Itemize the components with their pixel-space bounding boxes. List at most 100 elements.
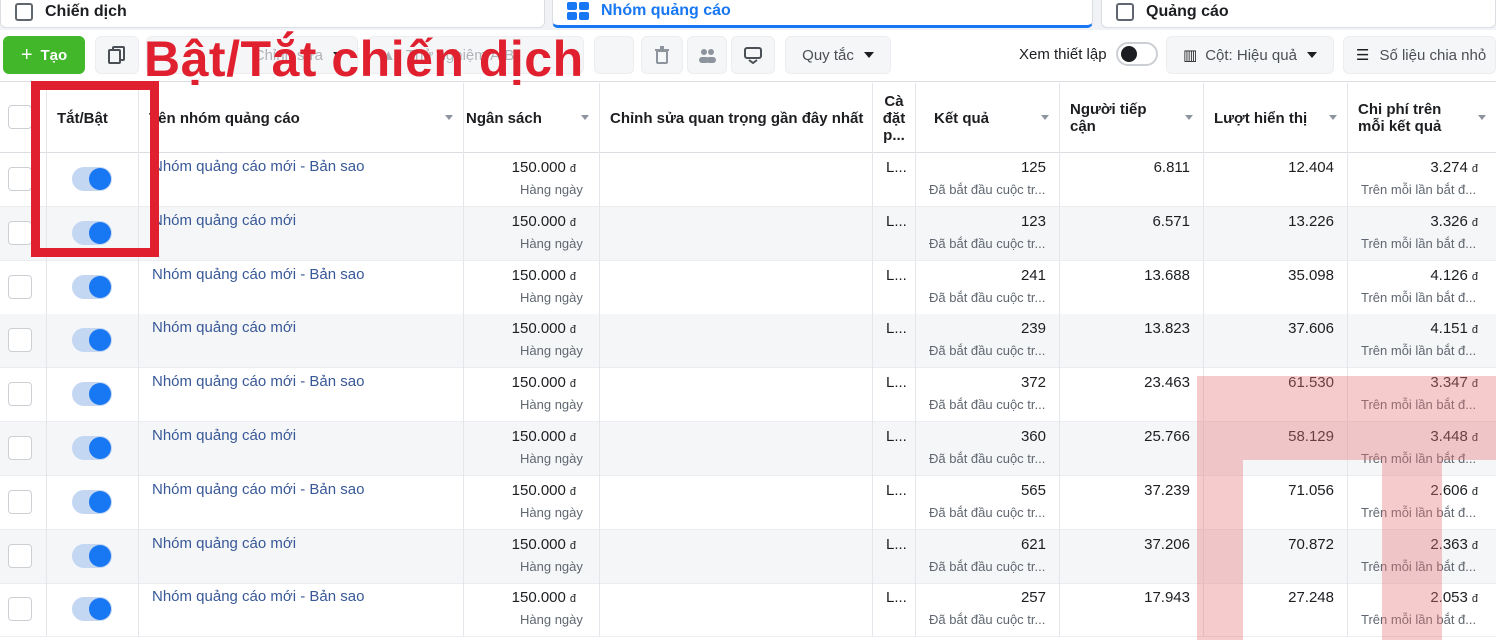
sort-icon (1329, 115, 1337, 120)
row-checkbox[interactable] (8, 328, 32, 353)
table-cell (600, 260, 873, 315)
sort-icon (1041, 115, 1049, 120)
tab-campaigns[interactable]: Chiến dịch (0, 0, 545, 28)
ad-set-name-link[interactable]: Nhóm quảng cáo mới (152, 535, 296, 552)
select-all-checkbox[interactable] (8, 105, 32, 129)
delete-button[interactable] (641, 36, 683, 74)
table-row[interactable]: Nhóm quảng cáo mới - Bản sao 150.000 đ Hàng… (0, 583, 1496, 638)
ad-set-name-link[interactable]: Nhóm quảng cáo mới - Bản sao (152, 588, 364, 605)
header-reach[interactable]: Người tiếp cận (1060, 83, 1204, 153)
folder-icon (15, 2, 33, 21)
results-value: 257 (1020, 589, 1046, 607)
row-checkbox[interactable] (8, 597, 32, 622)
row-checkbox[interactable] (8, 220, 32, 245)
chevron-down-icon (1306, 52, 1317, 58)
duplicate-icon (108, 46, 125, 64)
audience-button[interactable] (687, 36, 727, 74)
impressions-value: 70.872 (1288, 535, 1334, 553)
table-row[interactable]: Nhóm quảng cáo mới - Bản sao 150.000 đ Hàng… (0, 475, 1496, 530)
setting-value: L... (886, 320, 907, 338)
setting-value: L... (886, 535, 907, 553)
results-value: 372 (1020, 374, 1046, 392)
setting-value: L... (886, 266, 907, 284)
table-row[interactable]: Nhóm quảng cáo mới - Bản sao 150.000 đ Hàng… (0, 153, 1496, 207)
ad-set-toggle[interactable] (72, 328, 112, 353)
results-value: 360 (1020, 428, 1046, 445)
reach-value: 13.688 (1144, 266, 1190, 284)
row-checkbox[interactable] (8, 436, 32, 460)
header-budget[interactable]: Ngân sách (464, 83, 600, 153)
table-row[interactable]: Nhóm quảng cáo mới 150.000 đ Hàng ngày L... 1… (0, 206, 1496, 261)
results-value: 241 (1020, 266, 1046, 284)
reach-value: 13.823 (1144, 320, 1190, 338)
table-row[interactable]: Nhóm quảng cáo mới 150.000 đ Hàng ngày L... 6… (0, 529, 1496, 584)
header-impressions[interactable]: Lượt hiển thị (1204, 83, 1348, 153)
row-checkbox[interactable] (8, 382, 32, 407)
annotation-highlight-box (31, 81, 159, 257)
budget-value: 150.000 đ (511, 266, 576, 284)
results-note: Đã bắt đầu cuộc tr... (929, 397, 1046, 413)
budget-value: 150.000 đ (511, 159, 576, 176)
ad-set-name-link[interactable]: Nhóm quảng cáo mới (152, 212, 296, 229)
breakdown-dropdown[interactable]: ☰ Số liệu chia nhỏ (1343, 36, 1496, 74)
table-cell (600, 583, 873, 638)
watermark (1197, 376, 1496, 460)
table-row[interactable]: Nhóm quảng cáo mới 150.000 đ Hàng ngày L... 2… (0, 314, 1496, 369)
row-checkbox[interactable] (8, 167, 32, 191)
header-setting[interactable]: Cà đặt p... (873, 83, 916, 153)
view-setup-toggle[interactable] (1116, 42, 1158, 66)
table-cell (600, 206, 873, 261)
ad-set-toggle[interactable] (72, 489, 112, 514)
budget-period: Hàng ngày (520, 182, 583, 197)
sort-icon (581, 115, 589, 120)
create-button[interactable]: + Tạo (3, 36, 85, 74)
ad-set-toggle[interactable] (72, 597, 112, 622)
header-cost-per-result[interactable]: Chi phí trên mỗi kết quả (1348, 83, 1496, 153)
results-value: 565 (1020, 481, 1046, 499)
ad-set-name-link[interactable]: Nhóm quảng cáo mới - Bản sao (152, 481, 364, 498)
tab-ads[interactable]: Quảng cáo (1101, 0, 1496, 28)
duplicate-button[interactable] (95, 36, 139, 74)
compare-button[interactable] (731, 36, 775, 74)
setting-value: L... (886, 481, 907, 499)
row-checkbox[interactable] (8, 543, 32, 568)
impressions-value: 37.606 (1288, 320, 1334, 338)
results-note: Đã bắt đầu cuộc tr... (929, 289, 1046, 305)
cost-value: 4.151 đ (1430, 320, 1478, 338)
ad-set-toggle[interactable] (72, 274, 112, 299)
watermark (1197, 460, 1243, 640)
row-checkbox[interactable] (8, 489, 32, 514)
ad-set-toggle[interactable] (72, 543, 112, 568)
rules-dropdown[interactable]: Quy tắc (785, 36, 891, 74)
view-setup-label: Xem thiết lập (1019, 46, 1107, 63)
results-note: Đã bắt đầu cuộc tr... (929, 504, 1046, 520)
ad-set-toggle[interactable] (72, 382, 112, 407)
budget-period: Hàng ngày (520, 235, 583, 251)
results-value: 123 (1020, 212, 1046, 230)
budget-value: 150.000 đ (511, 535, 576, 553)
chevron-down-icon (863, 52, 874, 58)
row-checkbox[interactable] (8, 274, 32, 299)
sort-icon (445, 115, 453, 120)
ad-set-name-link[interactable]: Nhóm quảng cáo mới (152, 427, 296, 444)
tab-ad-sets[interactable]: Nhóm quảng cáo (552, 0, 1093, 28)
table-row[interactable]: Nhóm quảng cáo mới - Bản sao 150.000 đ Hàng… (0, 260, 1496, 315)
budget-period: Hàng ngày (520, 343, 583, 359)
results-note: Đã bắt đầu cuộc tr... (929, 558, 1046, 574)
header-results[interactable]: Kết quả (916, 83, 1060, 153)
ad-set-toggle[interactable] (72, 436, 112, 460)
header-name[interactable]: Tên nhóm quảng cáo (139, 83, 464, 153)
ad-set-name-link[interactable]: Nhóm quảng cáo mới - Bản sao (152, 158, 364, 175)
budget-value: 150.000 đ (511, 320, 576, 338)
columns-dropdown[interactable]: ▥ Cột: Hiệu quả (1166, 36, 1334, 74)
ad-set-name-link[interactable]: Nhóm quảng cáo mới (152, 319, 296, 336)
results-note: Đã bắt đầu cuộc tr... (929, 451, 1046, 466)
results-note: Đã bắt đầu cuộc tr... (929, 612, 1046, 628)
sort-icon (1478, 115, 1486, 120)
more-button[interactable] (594, 36, 634, 74)
reach-value: 37.206 (1144, 535, 1190, 553)
level-tabs: Chiến dịch Nhóm quảng cáo Quảng cáo (0, 0, 1496, 30)
ad-set-name-link[interactable]: Nhóm quảng cáo mới - Bản sao (152, 266, 364, 283)
header-recent-edit[interactable]: Chỉnh sửa quan trọng gần đây nhất (600, 83, 873, 153)
ad-set-name-link[interactable]: Nhóm quảng cáo mới - Bản sao (152, 373, 364, 390)
